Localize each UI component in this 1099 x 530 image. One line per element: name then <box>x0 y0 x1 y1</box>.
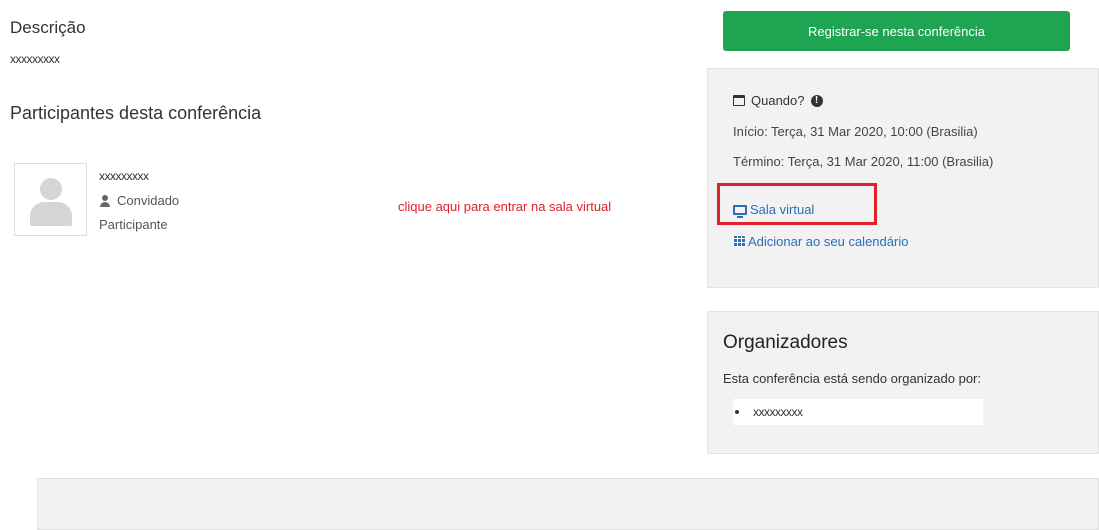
organizers-description: Esta conferência está sendo organizado p… <box>723 371 982 386</box>
monitor-icon <box>733 204 747 218</box>
end-time: Término: Terça, 31 Mar 2020, 11:00 (Bras… <box>733 154 994 169</box>
bullet-icon <box>735 410 739 414</box>
virtual-room-hint: clique aqui para entrar na sala virtual <box>398 199 612 214</box>
avatar-head-shape <box>40 178 62 200</box>
add-calendar-label: Adicionar ao seu calendário <box>748 234 909 249</box>
calendar-grid-icon <box>733 236 745 247</box>
when-label: Quando? <box>751 93 805 108</box>
virtual-room-label: Sala virtual <box>750 202 815 217</box>
participants-heading: Participantes desta conferência <box>10 103 262 123</box>
register-button[interactable]: Registrar-se nesta conferência <box>723 11 1070 51</box>
description-heading: Descrição <box>10 18 86 37</box>
participant-role-label: Convidado <box>117 193 180 208</box>
organizer-list-item: xxxxxxxxx <box>733 399 983 425</box>
participant-avatar[interactable] <box>14 163 87 236</box>
description-value: xxxxxxxxx <box>10 52 60 66</box>
organizer-name[interactable]: xxxxxxxxx <box>753 405 803 419</box>
avatar-body-shape <box>30 202 72 226</box>
when-header: Quando? ! <box>733 93 823 108</box>
participant-role: Convidado <box>99 193 179 208</box>
virtual-room-link[interactable]: Sala virtual <box>733 202 815 218</box>
organizers-title: Organizadores <box>723 332 848 353</box>
participant-type: Participante <box>99 217 168 232</box>
participant-name[interactable]: xxxxxxxxx <box>99 169 149 183</box>
bottom-panel <box>37 478 1099 530</box>
start-time: Início: Terça, 31 Mar 2020, 10:00 (Brasi… <box>733 124 978 139</box>
user-icon <box>99 194 111 207</box>
add-calendar-link[interactable]: Adicionar ao seu calendário <box>733 234 908 249</box>
calendar-icon <box>733 95 745 106</box>
info-icon[interactable]: ! <box>810 94 823 107</box>
